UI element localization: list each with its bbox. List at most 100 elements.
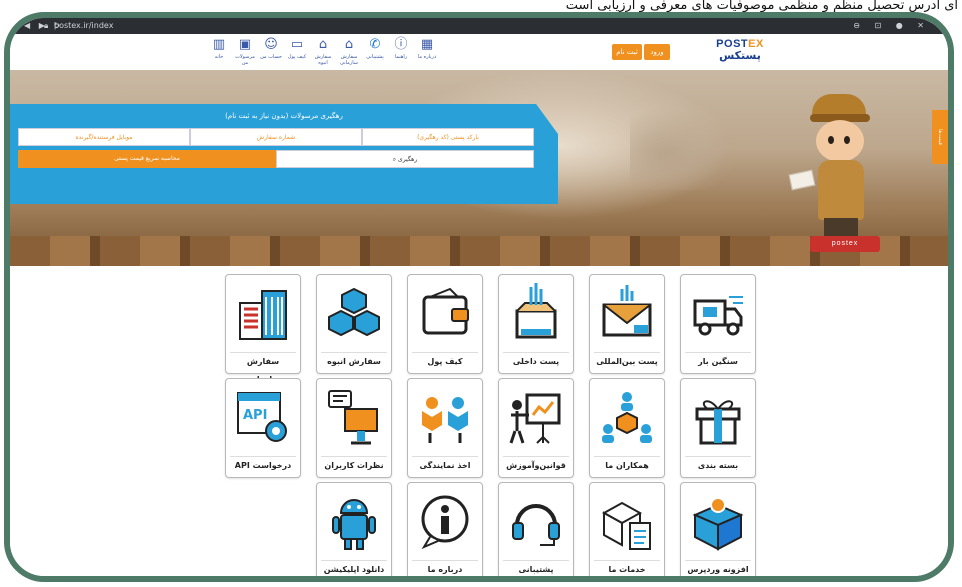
nav-item-label: پشتیبانی [366, 54, 384, 60]
services-grid: سنگین بار پست بین‌المللی پست داخلی کیف پول س… [10, 266, 948, 576]
service-card[interactable]: همکاران ما [589, 378, 665, 478]
calendar-icon: ▣ [238, 37, 252, 52]
track-button-label: رهگیری [398, 156, 418, 163]
register-button[interactable]: ثبت نام [612, 44, 642, 60]
partners-icon [598, 385, 656, 451]
service-card-label: درباره ما [412, 560, 478, 576]
service-card-label: پست بین‌المللی [594, 352, 660, 369]
nav-item[interactable]: ▭ کیف پول [284, 36, 310, 70]
tracking-panel: رهگیری مرسولات (بدون نیاز به ثبت نام) با… [10, 104, 558, 204]
nav-item-label: راهنما [394, 54, 408, 60]
nav-item[interactable]: ▦ درباره ما [414, 36, 440, 70]
phone-icon: ✆ [369, 37, 381, 52]
track-button[interactable]: ⌕ رهگیری [276, 150, 534, 168]
nav-item[interactable]: ▣ مرسولات من [232, 36, 258, 70]
service-card[interactable]: سفارش انبوه [316, 274, 392, 374]
figure-legs [824, 218, 858, 238]
service-card[interactable]: سنگین بار [680, 274, 756, 374]
login-label: ورود [650, 48, 664, 56]
service-card-label: خدمات ما [594, 560, 660, 576]
info-bubble-icon [416, 489, 474, 555]
service-card-label: پست داخلی [503, 352, 569, 369]
service-card-label: پشتیبانی [503, 560, 569, 576]
wallet-icon: ▭ [290, 37, 304, 52]
service-card[interactable]: افزونه وردپرس [680, 482, 756, 576]
nav-item[interactable]: ▥ خانه [206, 36, 232, 70]
mobile-field[interactable]: موبایل فرستنده/گیرنده [18, 128, 190, 146]
service-card[interactable]: دانلود اپلیکیشن [316, 482, 392, 576]
service-card[interactable]: خدمات ما [589, 482, 665, 576]
hero-banner: رهگیری مرسولات (بدون نیاز به ثبت نام) با… [10, 70, 948, 266]
office-building-icon [234, 281, 292, 347]
api-gear-icon: API [234, 385, 292, 451]
service-card-label: دانلود اپلیکیشن [321, 560, 387, 576]
user-icon: ☺ [264, 37, 278, 52]
service-card[interactable]: سفارش سازمانی [225, 274, 301, 384]
figure-eye [844, 136, 850, 144]
service-card-label: کیف پول [412, 352, 478, 369]
nav-item[interactable]: ☺ حساب من [258, 36, 284, 70]
figure-brand-base: postex [810, 236, 880, 252]
logo-text-fa: پستکس [719, 49, 761, 62]
nav-item[interactable]: ✆ پشتیبانی [362, 36, 388, 70]
wordpress-box-icon [689, 489, 747, 555]
building-icon: ⌂ [344, 37, 354, 52]
service-card-label: درخواست API [230, 456, 296, 473]
browser-toolbar: ◀ ▶ ↻ 🔒︎ postex.ir/index ⊖ ⊡ ● ✕ [10, 18, 948, 34]
main-nav: ▦ درباره ما ⓘ راهنما ✆ پشتیبانی ⌂ سفارش سازمانی… [206, 36, 440, 70]
quick-quote-button[interactable]: محاسبه سریع قیمت پستی [18, 150, 276, 168]
figure-eye [828, 136, 834, 144]
service-card[interactable]: پست بین‌المللی [589, 274, 665, 374]
register-label: ثبت نام [616, 48, 638, 56]
service-card-label: نظرات کاربران [321, 456, 387, 473]
boxes-icon: ⌂ [318, 37, 328, 52]
address-bar[interactable]: postex.ir/index [54, 18, 113, 34]
clipboard-box-icon [598, 489, 656, 555]
truck-icon [689, 281, 747, 347]
nav-item[interactable]: ⌂ سفارش سازمانی [336, 36, 362, 70]
service-card[interactable]: قوانین‌وآموزش [498, 378, 574, 478]
nav-item-label: حساب من [260, 54, 282, 60]
figure-letter [788, 169, 816, 191]
service-card[interactable]: API درخواست API [225, 378, 301, 478]
nav-item[interactable]: ⌂ سفارش انبوه [310, 36, 336, 70]
tracking-title: رهگیری مرسولات (بدون نیاز به ثبت نام) [225, 112, 343, 120]
service-card[interactable]: کیف پول [407, 274, 483, 374]
barcode-field[interactable]: بارکد پستی (کد رهگیری) [362, 128, 534, 146]
service-card-label: سنگین بار [685, 352, 751, 369]
svg-text:API: API [243, 408, 267, 423]
service-card[interactable]: اخذ نمایندگی [407, 378, 483, 478]
gift-box-icon [689, 385, 747, 451]
service-card-label: سفارش سازمانی [230, 352, 296, 384]
service-card[interactable]: پست داخلی [498, 274, 574, 374]
info-icon: ⓘ [394, 37, 408, 52]
service-card-label: اخذ نمایندگی [412, 456, 478, 473]
nav-item-label: خانه [214, 54, 224, 60]
service-card-label: همکاران ما [594, 456, 660, 473]
international-mail-icon [598, 281, 656, 347]
price-side-tab[interactable]: قیمت‌ها [932, 110, 948, 164]
agency-people-icon [416, 385, 474, 451]
nav-item-label: درباره ما [417, 54, 437, 60]
presentation-board-icon [507, 385, 565, 451]
service-card[interactable]: نظرات کاربران [316, 378, 392, 478]
browser-controls[interactable]: ⊖ ⊡ ● ✕ [853, 18, 930, 34]
service-card[interactable]: پشتیبانی [498, 482, 574, 576]
nav-item[interactable]: ⓘ راهنما [388, 36, 414, 70]
android-icon [325, 489, 383, 555]
login-button[interactable]: ورود [644, 44, 670, 60]
service-card[interactable]: درباره ما [407, 482, 483, 576]
service-card[interactable]: بسته بندی [680, 378, 756, 478]
figure-head [816, 120, 864, 162]
service-card-label: قوانین‌وآموزش [503, 456, 569, 473]
home-icon: ▥ [212, 37, 226, 52]
stacked-boxes-icon [325, 281, 383, 347]
hero-background-jars [630, 100, 750, 190]
domestic-parcel-icon [507, 281, 565, 347]
grid-icon: ▦ [420, 37, 434, 52]
order-number-field[interactable]: شماره سفارش [190, 128, 362, 146]
site-logo[interactable]: POSTEX پستکس [710, 38, 770, 62]
user-feedback-icon [325, 385, 383, 451]
figure-body [818, 160, 864, 220]
postman-figurine: postex [788, 80, 890, 266]
